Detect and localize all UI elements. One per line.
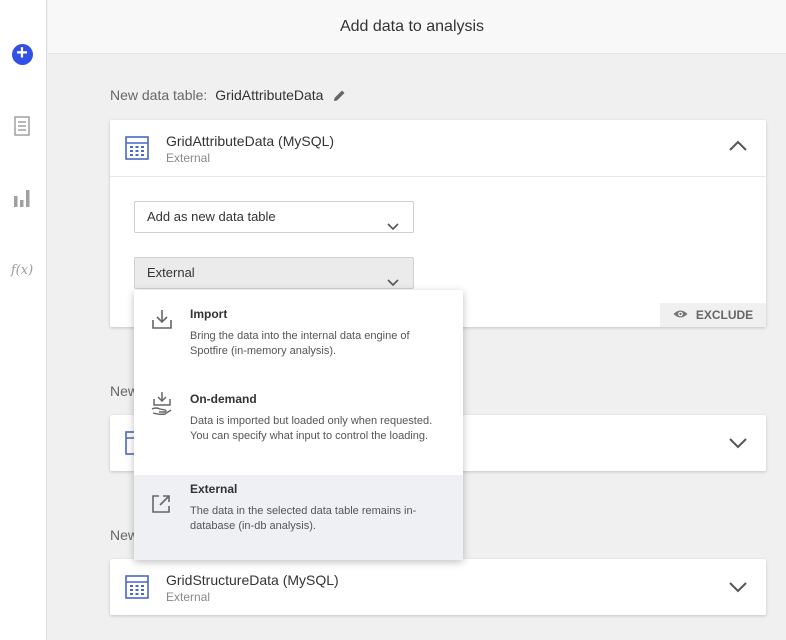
page-title: Add data to analysis (339, 17, 485, 35)
card-title: GridStructureData (MySQL) (166, 572, 339, 588)
chevron-down-icon[interactable] (728, 436, 748, 455)
function-icon[interactable]: f(x) (11, 259, 33, 281)
data-table-name: GridAttributeData (215, 87, 324, 103)
load-option-select[interactable]: Add as new data table (134, 201, 414, 233)
exclude-label: EXCLUDE (695, 308, 754, 322)
dropdown-option-import[interactable]: Import Bring the data into the internal … (134, 290, 463, 380)
new-data-table-label: New data table: (110, 87, 208, 103)
load-option-value: Add as new data table (147, 209, 276, 224)
bar-chart-icon[interactable] (11, 187, 33, 209)
card-header[interactable]: GridStructureData (MySQL) External (110, 559, 766, 615)
dropdown-option-on-demand[interactable]: On-demand Data is imported but loaded on… (134, 380, 463, 475)
option-title: Import (190, 307, 228, 321)
card-title: GridAttributeData (MySQL) (166, 133, 335, 149)
left-sidebar: + f(x) (0, 0, 47, 640)
option-description: Data is imported but loaded only when re… (190, 415, 433, 442)
option-title: On-demand (190, 392, 257, 406)
dropdown-option-external[interactable]: External The data in the selected data t… (134, 475, 463, 560)
option-title: External (190, 482, 238, 496)
chevron-down-icon[interactable] (728, 580, 748, 599)
data-method-dropdown: Import Bring the data into the internal … (134, 290, 463, 560)
dialog-header: Add data to analysis (48, 0, 786, 54)
import-icon (151, 308, 173, 335)
card-header[interactable]: GridAttributeData (MySQL) External (110, 120, 766, 176)
on-demand-icon (151, 391, 173, 420)
card-subtitle: External (166, 590, 211, 604)
chevron-down-icon (387, 212, 399, 242)
pencil-icon[interactable] (333, 89, 346, 102)
new-data-table-label-row: New data table: GridAttributeData (110, 87, 346, 103)
table-icon (125, 136, 149, 165)
eye-icon (673, 308, 688, 322)
data-method-value: External (147, 265, 195, 280)
data-table-icon[interactable] (11, 115, 33, 137)
option-description: The data in the selected data table rema… (190, 505, 417, 532)
external-link-icon (151, 494, 171, 519)
card-subtitle: External (166, 151, 211, 165)
exclude-button[interactable]: EXCLUDE (660, 303, 766, 327)
function-glyph: f(x) (10, 262, 34, 278)
chevron-up-icon[interactable] (728, 139, 748, 158)
option-description: Bring the data into the internal data en… (190, 330, 410, 357)
table-icon (125, 575, 149, 604)
data-source-card-collapsed: GridStructureData (MySQL) External (110, 559, 766, 615)
add-circle-icon[interactable]: + (11, 43, 33, 65)
data-method-select[interactable]: External (134, 257, 414, 289)
